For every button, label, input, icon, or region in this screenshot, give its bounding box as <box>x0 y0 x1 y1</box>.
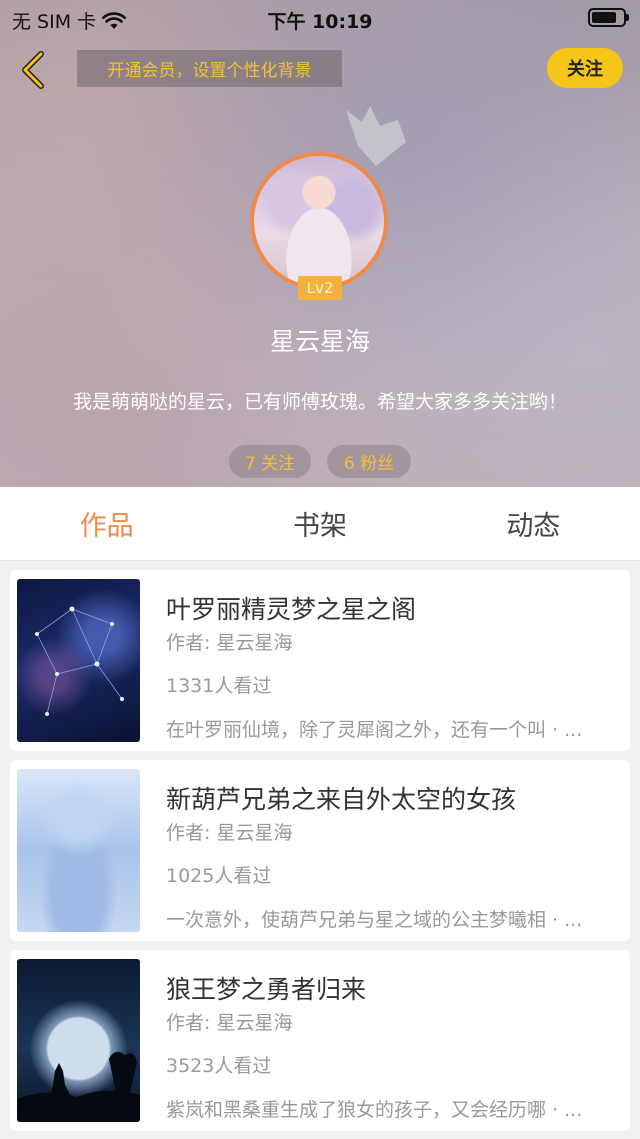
book-card[interactable]: 新葫芦兄弟之来自外太空的女孩 作者: 星云星海 1025人看过 一次意外，使葫芦… <box>10 760 630 941</box>
book-author: 作者: 星云星海 <box>166 822 293 844</box>
bio-text: 我是萌萌哒的星云，已有师傅玫瑰。希望大家多多关注哟！ <box>72 391 567 413</box>
clock: 下午 10:19 <box>267 11 373 33</box>
book-author: 作者: 星云星海 <box>166 1012 293 1034</box>
wolf-silhouette-graphic <box>17 1051 140 1122</box>
book-cover-image <box>17 959 140 1122</box>
chevron-left-icon <box>22 51 44 89</box>
book-views: 1331人看过 <box>166 675 272 697</box>
username: 星云星海 <box>269 327 370 356</box>
book-title: 新葫芦兄弟之来自外太空的女孩 <box>166 785 517 814</box>
vip-background-banner[interactable]: 开通会员，设置个性化背景 <box>77 50 342 87</box>
tab-activity[interactable]: 动态 <box>427 487 640 560</box>
book-description: 在叶罗丽仙境，除了灵犀阁之外，还有一个叫 · ... <box>166 719 583 741</box>
tab-bookshelf[interactable]: 书架 <box>213 487 426 560</box>
book-views: 1025人看过 <box>166 865 272 887</box>
avatar[interactable] <box>250 152 388 290</box>
book-title: 叶罗丽精灵梦之星之阁 <box>166 595 417 624</box>
follow-button[interactable]: 关注 <box>547 48 623 88</box>
book-author: 作者: 星云星海 <box>166 632 293 654</box>
book-description: 一次意外，使葫芦兄弟与星之域的公主梦曦相 · ... <box>166 909 583 931</box>
book-list: 叶罗丽精灵梦之星之阁 作者: 星云星海 1331人看过 在叶罗丽仙境，除了灵犀阁… <box>10 570 630 1139</box>
back-button[interactable] <box>14 50 54 90</box>
book-card[interactable]: 狼王梦之勇者归来 作者: 星云星海 3523人看过 紫岚和黑桑重生成了狼女的孩子… <box>10 950 630 1131</box>
constellation-graphic <box>35 606 124 716</box>
book-views: 3523人看过 <box>166 1055 272 1077</box>
level-badge: Lv2 <box>298 276 342 300</box>
status-bar: 无 SIM 卡 下午 10:19 <box>0 0 640 36</box>
battery-icon <box>588 8 629 27</box>
book-description: 紫岚和黑桑重生成了狼女的孩子，又会经历哪 · ... <box>166 1099 583 1121</box>
book-card[interactable]: 叶罗丽精灵梦之星之阁 作者: 星云星海 1331人看过 在叶罗丽仙境，除了灵犀阁… <box>10 570 630 751</box>
book-cover-image <box>17 579 140 742</box>
fans-count[interactable]: 6 粉丝 <box>327 445 411 478</box>
tab-works[interactable]: 作品 <box>0 487 213 560</box>
following-count[interactable]: 7 关注 <box>229 445 311 478</box>
profile-header: 无 SIM 卡 下午 10:19 开通会员，设置个性化背景 关注 Lv2 星云星… <box>0 0 640 487</box>
book-title: 狼王梦之勇者归来 <box>166 975 367 1004</box>
profile-tabs: 作品 书架 动态 <box>0 487 640 561</box>
book-cover-image <box>17 769 140 932</box>
